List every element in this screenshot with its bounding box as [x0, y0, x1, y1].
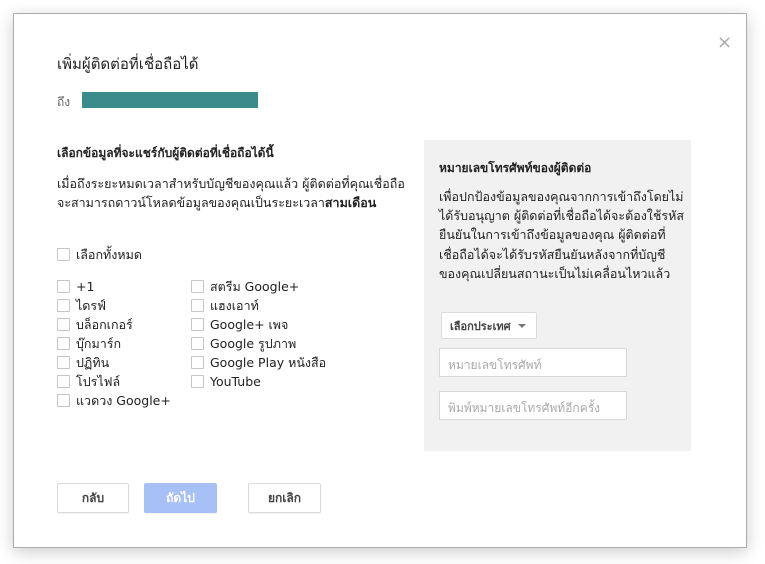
checkbox-box[interactable] [191, 280, 204, 293]
checkbox-label: แวดวง Google+ [76, 392, 171, 408]
product-checkbox[interactable]: Google รูปภาพ [191, 334, 326, 353]
checkbox-label: บุ๊กมาร์ก [76, 335, 122, 351]
product-checkbox[interactable]: สตรีม Google+ [191, 277, 326, 296]
share-description: เมื่อถึงระยะหมดเวลาสำหรับบัญชีของคุณแล้ว… [57, 174, 407, 212]
checkbox-label: เลือกทั้งหมด [76, 246, 142, 262]
checkbox-box[interactable] [57, 280, 70, 293]
checkbox-box[interactable] [57, 318, 70, 331]
product-checkbox[interactable]: ไดรฟ์ [57, 296, 171, 315]
checkbox-box[interactable] [57, 299, 70, 312]
product-checkbox[interactable]: โปรไฟล์ [57, 372, 171, 391]
checkbox-box[interactable] [191, 318, 204, 331]
checkbox-box[interactable] [57, 248, 70, 261]
phone-description: เพื่อปกป้องข้อมูลของคุณจากการเข้าถึงโดยไ… [439, 189, 684, 281]
to-label: ถึง [57, 95, 71, 109]
country-select-label: เลือกประเทศ [450, 319, 511, 333]
product-list-col2: สตรีม Google+ แฮงเอาท์ Google+ เพจ Googl… [191, 277, 326, 391]
product-checkbox[interactable]: Google Play หนังสือ [191, 353, 326, 372]
checkbox-box[interactable] [57, 394, 70, 407]
share-heading: เลือกข้อมูลที่จะแชร์กับผู้ติดต่อที่เชื่อ… [57, 146, 274, 160]
chevron-down-icon [517, 323, 526, 328]
dialog-title: เพิ่มผู้ติดต่อที่เชื่อถือได้ [57, 55, 199, 73]
checkbox-label: ไดรฟ์ [76, 297, 106, 313]
cancel-button[interactable]: ยกเลิก [248, 483, 321, 513]
product-checkbox[interactable]: แวดวง Google+ [57, 391, 171, 410]
checkbox-box[interactable] [57, 356, 70, 369]
checkbox-label: แฮงเอาท์ [210, 297, 259, 313]
checkbox-box[interactable] [191, 356, 204, 369]
checkbox-label: Google+ เพจ [210, 316, 289, 332]
checkbox-label: โปรไฟล์ [76, 373, 121, 389]
product-checkbox[interactable]: Google+ เพจ [191, 315, 326, 334]
checkbox-box[interactable] [191, 375, 204, 388]
phone-confirm-input[interactable]: พิมพ์หมายเลขโทรศัพท์อีกครั้ง [439, 391, 627, 420]
phone-heading: หมายเลขโทรศัพท์ของผู้ติดต่อ [439, 161, 592, 175]
checkbox-label: YouTube [210, 374, 261, 389]
country-select[interactable]: เลือกประเทศ [441, 312, 537, 339]
product-checkbox[interactable]: +1 [57, 277, 171, 296]
next-button[interactable]: ถัดไป [144, 483, 217, 513]
checkbox-label: Google รูปภาพ [210, 335, 297, 351]
add-trusted-contact-dialog: × เพิ่มผู้ติดต่อที่เชื่อถือได้ ถึง เลือก… [13, 13, 747, 548]
recipient-redacted [82, 92, 258, 108]
checkbox-box[interactable] [191, 299, 204, 312]
share-description-bold: สามเดือน [324, 195, 377, 210]
checkbox-box[interactable] [57, 337, 70, 350]
close-icon[interactable]: × [717, 32, 732, 53]
select-all-checkbox[interactable]: เลือกทั้งหมด [57, 245, 142, 264]
product-list-col1: +1 ไดรฟ์ บล็อกเกอร์ บุ๊กมาร์ก ปฏิทิน โปร… [57, 277, 171, 410]
phone-input[interactable]: หมายเลขโทรศัพท์ [439, 348, 627, 377]
checkbox-label: Google Play หนังสือ [210, 354, 327, 370]
checkbox-label: บล็อกเกอร์ [76, 316, 133, 332]
checkbox-label: +1 [76, 279, 95, 294]
phone-panel: หมายเลขโทรศัพท์ของผู้ติดต่อ เพื่อปกป้องข… [424, 140, 691, 451]
checkbox-box[interactable] [57, 375, 70, 388]
product-checkbox[interactable]: ปฏิทิน [57, 353, 171, 372]
product-checkbox[interactable]: บล็อกเกอร์ [57, 315, 171, 334]
back-button[interactable]: กลับ [57, 483, 129, 513]
checkbox-label: สตรีม Google+ [210, 278, 300, 294]
checkbox-label: ปฏิทิน [76, 354, 110, 370]
product-checkbox[interactable]: บุ๊กมาร์ก [57, 334, 171, 353]
product-checkbox[interactable]: YouTube [191, 372, 326, 391]
product-checkbox[interactable]: แฮงเอาท์ [191, 296, 326, 315]
checkbox-box[interactable] [191, 337, 204, 350]
